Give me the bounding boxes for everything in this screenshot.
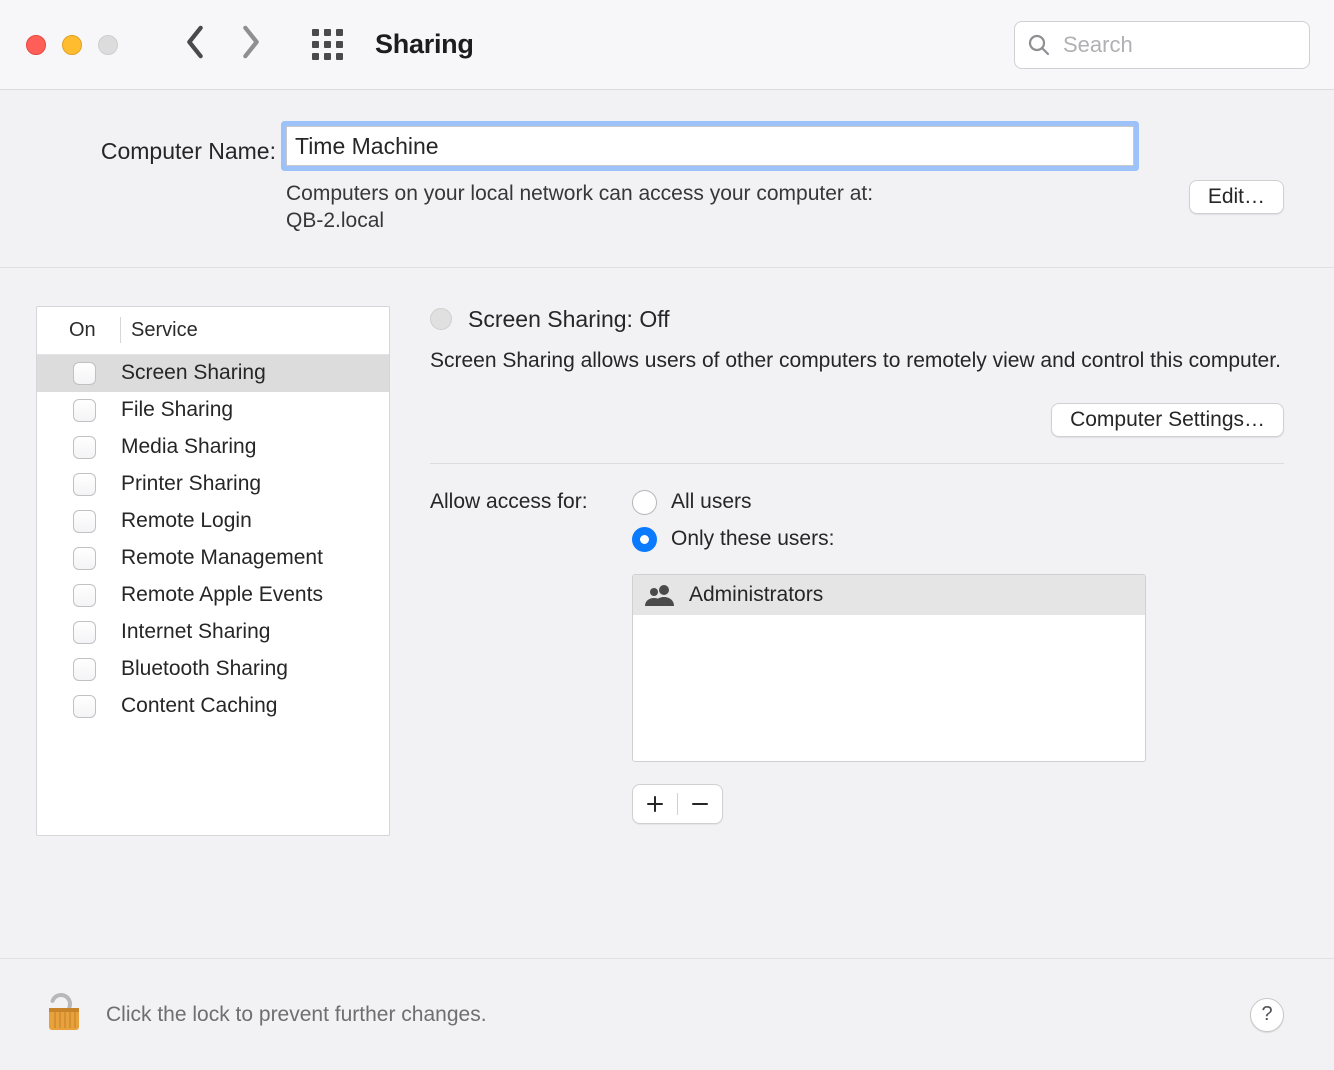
service-name-label: Internet Sharing <box>121 620 270 644</box>
pane-title: Sharing <box>375 29 474 60</box>
services-header-service[interactable]: Service <box>121 319 198 342</box>
service-name-label: Content Caching <box>121 694 277 718</box>
computer-name-section: Computer Name: Computers on your local n… <box>0 90 1334 268</box>
service-row[interactable]: Internet Sharing <box>37 614 389 651</box>
services-header-on[interactable]: On <box>37 317 121 343</box>
nav-arrows <box>184 25 262 64</box>
forward-button[interactable] <box>240 25 262 64</box>
service-on-checkbox[interactable] <box>73 436 96 459</box>
radio-only-users-label: Only these users: <box>671 527 834 551</box>
service-row[interactable]: Remote Apple Events <box>37 577 389 614</box>
service-row[interactable]: Printer Sharing <box>37 466 389 503</box>
service-on-checkbox[interactable] <box>73 510 96 533</box>
search-input[interactable] <box>1061 31 1334 59</box>
detail-pane: Screen Sharing: Off Screen Sharing allow… <box>430 306 1284 918</box>
remove-user-button[interactable] <box>678 795 722 813</box>
main-content: On Service Screen Sharing File Sharing Med… <box>0 268 1334 948</box>
service-on-checkbox[interactable] <box>73 473 96 496</box>
computer-name-field[interactable] <box>286 126 1134 166</box>
service-row[interactable]: Remote Login <box>37 503 389 540</box>
back-button[interactable] <box>184 25 206 64</box>
service-row[interactable]: Screen Sharing <box>37 355 389 392</box>
radio-only-users-button[interactable] <box>632 527 657 552</box>
minimize-window-button[interactable] <box>62 35 82 55</box>
service-row[interactable]: Media Sharing <box>37 429 389 466</box>
computer-name-description: Computers on your local network can acce… <box>286 180 873 235</box>
services-table: On Service Screen Sharing File Sharing Med… <box>36 306 390 836</box>
service-on-checkbox[interactable] <box>73 362 96 385</box>
service-on-checkbox[interactable] <box>73 547 96 570</box>
service-description: Screen Sharing allows users of other com… <box>430 347 1284 375</box>
radio-only-users[interactable]: Only these users: <box>632 527 1146 552</box>
service-on-checkbox[interactable] <box>73 399 96 422</box>
service-on-checkbox[interactable] <box>73 695 96 718</box>
edit-hostname-button[interactable]: Edit… <box>1189 180 1284 214</box>
service-name-label: Remote Management <box>121 546 323 570</box>
service-on-checkbox[interactable] <box>73 621 96 644</box>
service-row[interactable]: File Sharing <box>37 392 389 429</box>
computer-settings-button[interactable]: Computer Settings… <box>1051 403 1284 437</box>
radio-all-users-label: All users <box>671 490 752 514</box>
service-on-checkbox[interactable] <box>73 584 96 607</box>
users-icon <box>645 584 675 606</box>
service-name-label: Screen Sharing <box>121 361 266 385</box>
service-on-checkbox[interactable] <box>73 658 96 681</box>
detail-separator <box>430 463 1284 464</box>
access-label: Allow access for: <box>430 490 622 514</box>
show-all-button[interactable] <box>312 29 343 60</box>
user-name-label: Administrators <box>689 583 823 607</box>
add-user-button[interactable] <box>633 795 677 813</box>
user-row[interactable]: Administrators <box>633 575 1145 615</box>
service-name-label: Remote Login <box>121 509 252 533</box>
zoom-window-button[interactable] <box>98 35 118 55</box>
service-row[interactable]: Bluetooth Sharing <box>37 651 389 688</box>
close-window-button[interactable] <box>26 35 46 55</box>
service-status-text: Screen Sharing: Off <box>468 306 670 333</box>
radio-all-users[interactable]: All users <box>632 490 1146 515</box>
lock-icon <box>40 988 88 1036</box>
users-list[interactable]: Administrators <box>632 574 1146 762</box>
users-add-remove <box>632 784 723 824</box>
service-name-label: Bluetooth Sharing <box>121 657 288 681</box>
service-name-label: File Sharing <box>121 398 233 422</box>
lock-button[interactable] <box>40 988 88 1042</box>
plus-icon <box>646 795 664 813</box>
lock-hint-text: Click the lock to prevent further change… <box>106 1003 487 1027</box>
access-section: Allow access for: All users Only these u… <box>430 490 1284 824</box>
minus-icon <box>691 795 709 813</box>
radio-all-users-button[interactable] <box>632 490 657 515</box>
search-icon <box>1027 33 1051 57</box>
computer-name-label: Computer Name: <box>101 126 286 235</box>
computer-name-input[interactable] <box>287 127 1133 165</box>
toolbar: Sharing <box>0 0 1334 90</box>
help-button[interactable]: ? <box>1250 998 1284 1032</box>
services-header: On Service <box>37 307 389 355</box>
service-row[interactable]: Remote Management <box>37 540 389 577</box>
service-name-label: Printer Sharing <box>121 472 261 496</box>
service-name-label: Media Sharing <box>121 435 256 459</box>
service-name-label: Remote Apple Events <box>121 583 323 607</box>
service-row[interactable]: Content Caching <box>37 688 389 725</box>
window-controls <box>26 35 118 55</box>
service-status-indicator <box>430 308 452 330</box>
search-field[interactable] <box>1014 21 1310 69</box>
footer: Click the lock to prevent further change… <box>0 958 1334 1070</box>
